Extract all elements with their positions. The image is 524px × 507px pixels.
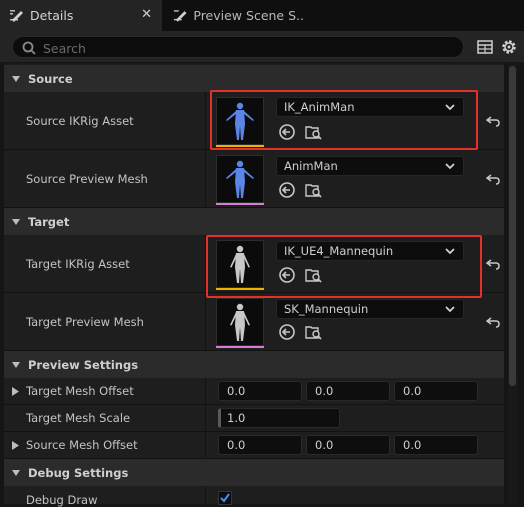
chevron-down-icon — [12, 361, 20, 368]
mannequin-icon — [226, 160, 254, 198]
target-mesh-thumbnail[interactable] — [216, 298, 264, 346]
reset-to-default-icon[interactable] — [486, 115, 500, 127]
category-debug-label: Debug Settings — [28, 465, 129, 480]
close-icon[interactable]: ✕ — [141, 7, 152, 22]
source-ikrig-label: Source IKRig Asset — [26, 114, 134, 128]
scrollbar-thumb[interactable] — [509, 66, 516, 386]
mannequin-icon — [230, 303, 250, 341]
tab-details[interactable]: Details ✕ — [0, 0, 162, 31]
category-preview-settings[interactable]: Preview Settings — [4, 351, 504, 378]
browse-to-asset-icon[interactable] — [305, 181, 323, 199]
checkmark-icon — [220, 493, 230, 503]
highlight-box-source — [210, 90, 478, 150]
target-mesh-label: Target Preview Mesh — [26, 315, 144, 329]
target-offset-z-field[interactable]: 0.0 — [394, 381, 478, 401]
highlight-box-target — [206, 235, 482, 298]
source-mesh-combo[interactable]: AnimMan — [276, 156, 464, 176]
chevron-right-icon[interactable] — [12, 441, 19, 450]
target-mesh-scale-label: Target Mesh Scale — [26, 411, 131, 425]
source-offset-x-field[interactable]: 0.0 — [218, 435, 302, 455]
search-icon — [22, 41, 36, 55]
source-offset-z-field[interactable]: 0.0 — [394, 435, 478, 455]
category-preview-label: Preview Settings — [28, 357, 139, 372]
target-scale-field[interactable]: 1.0 — [218, 408, 340, 428]
category-source[interactable]: Source — [4, 65, 504, 92]
chevron-down-icon — [445, 163, 455, 170]
target-ikrig-label: Target IKRig Asset — [26, 257, 130, 271]
category-target[interactable]: Target — [4, 208, 504, 235]
column-divider[interactable] — [205, 235, 206, 351]
pencil-icon — [10, 9, 23, 22]
debug-draw-checkbox[interactable] — [218, 491, 232, 505]
column-divider[interactable] — [205, 378, 206, 459]
mesh-asset-color-bar — [216, 346, 264, 348]
target-offset-x-field[interactable]: 0.0 — [218, 381, 302, 401]
category-target-label: Target — [28, 214, 70, 229]
source-mesh-value: AnimMan — [284, 159, 338, 173]
category-debug-settings[interactable]: Debug Settings — [4, 459, 504, 486]
search-input[interactable] — [41, 38, 445, 58]
chevron-down-icon — [445, 306, 455, 313]
target-mesh-combo[interactable]: SK_Mannequin — [276, 299, 464, 319]
mesh-asset-color-bar — [216, 203, 264, 205]
target-offset-y-field[interactable]: 0.0 — [306, 381, 390, 401]
chevron-down-icon — [12, 75, 20, 82]
source-mesh-offset-label: Source Mesh Offset — [26, 438, 138, 452]
chevron-down-icon — [12, 218, 20, 225]
reset-to-default-icon[interactable] — [486, 258, 500, 270]
target-mesh-value: SK_Mannequin — [284, 302, 369, 316]
row-debug-draw: Debug Draw — [4, 486, 504, 507]
source-offset-y-field[interactable]: 0.0 — [306, 435, 390, 455]
search-box[interactable] — [12, 36, 464, 58]
target-mesh-offset-label: Target Mesh Offset — [26, 384, 134, 398]
gear-icon[interactable] — [500, 38, 518, 56]
source-mesh-thumbnail[interactable] — [216, 155, 264, 203]
column-divider[interactable] — [205, 486, 206, 504]
tab-preview-label: Preview Scene S... — [193, 8, 304, 23]
reset-to-default-icon[interactable] — [486, 173, 500, 185]
tab-details-label: Details — [30, 8, 74, 23]
category-source-label: Source — [28, 71, 73, 86]
use-selected-asset-icon[interactable] — [278, 181, 296, 199]
pencil-icon — [173, 9, 187, 22]
reset-to-default-icon[interactable] — [486, 316, 500, 328]
table-view-icon[interactable] — [477, 39, 493, 55]
use-selected-asset-icon[interactable] — [278, 323, 296, 341]
tab-preview-scene[interactable]: Preview Scene S... — [164, 0, 304, 31]
source-mesh-label: Source Preview Mesh — [26, 172, 148, 186]
browse-to-asset-icon[interactable] — [305, 323, 323, 341]
column-divider[interactable] — [205, 92, 206, 208]
chevron-down-icon — [12, 469, 20, 476]
chevron-right-icon[interactable] — [12, 387, 19, 396]
debug-draw-label: Debug Draw — [26, 493, 98, 507]
